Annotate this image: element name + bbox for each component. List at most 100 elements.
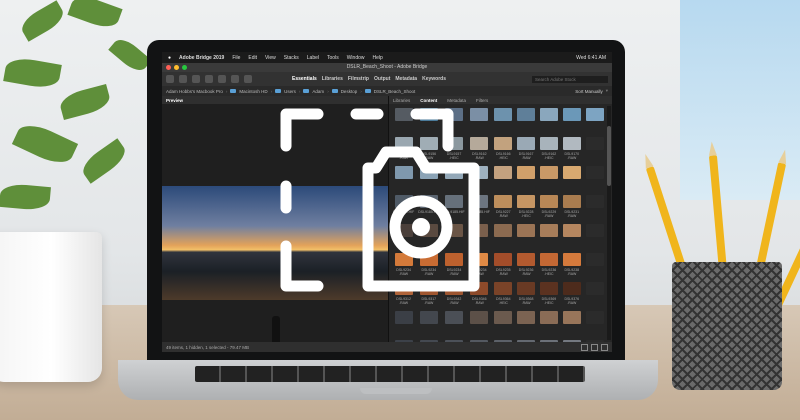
rotate-right-icon[interactable] (244, 75, 252, 83)
thumbnail-item[interactable] (585, 253, 604, 276)
workspace-keywords[interactable]: Keywords (422, 76, 446, 82)
forward-icon[interactable] (179, 75, 187, 83)
refine-icon[interactable] (218, 75, 226, 83)
thumbnail-image[interactable] (585, 311, 604, 324)
thumbnail-image[interactable] (517, 166, 536, 179)
thumbnail-item[interactable] (469, 311, 490, 334)
menu-file[interactable]: File (232, 55, 240, 61)
menu-help[interactable]: Help (373, 55, 383, 61)
menu-edit[interactable]: Edit (248, 55, 257, 61)
scrollbar-thumb[interactable] (607, 126, 611, 186)
thumbnail-item[interactable]: DSL9167 .RAW (517, 137, 536, 160)
thumbnail-item[interactable] (517, 311, 536, 334)
thumbnail-image[interactable] (539, 137, 558, 150)
thumbnail-image[interactable] (517, 137, 536, 150)
recent-icon[interactable] (192, 75, 200, 83)
tab-metadata[interactable]: Metadata (447, 98, 466, 103)
path-item-users[interactable]: Users (284, 89, 296, 94)
path-item-adam[interactable]: Adam (312, 89, 324, 94)
thumbnail-item[interactable] (585, 137, 604, 160)
thumbnail-image[interactable] (585, 224, 604, 237)
rotate-left-icon[interactable] (231, 75, 239, 83)
thumbnail-item[interactable] (585, 195, 604, 218)
thumbnail-item[interactable] (539, 224, 559, 247)
chevron-down-icon[interactable]: ▾ (606, 88, 608, 94)
thumbnail-image[interactable] (585, 195, 604, 208)
thumbnail-image[interactable] (517, 224, 536, 237)
thumbnail-item[interactable] (562, 224, 581, 247)
workspace-filmstrip[interactable]: Filmstrip (348, 76, 369, 82)
path-item-current-folder[interactable]: DSLR_Beach_Shoot (374, 89, 416, 94)
thumbnail-image[interactable] (585, 108, 604, 121)
view-grid-icon[interactable] (581, 343, 588, 351)
thumbnail-item[interactable] (443, 311, 464, 334)
thumbnail-image[interactable] (585, 137, 604, 150)
thumbnail-item[interactable] (517, 224, 536, 247)
thumbnail-image[interactable] (585, 253, 604, 266)
thumbnail-image[interactable] (517, 195, 536, 208)
thumbnail-item[interactable] (539, 311, 559, 334)
view-details-icon[interactable] (601, 343, 608, 351)
workspace-output[interactable]: Output (374, 76, 390, 82)
menu-view[interactable]: View (265, 55, 276, 61)
tab-preview[interactable]: Preview (166, 98, 183, 103)
thumbnail-image[interactable] (394, 311, 413, 324)
thumbnail-item[interactable]: DSL9236 .RAW (517, 253, 536, 276)
stock-search-input[interactable] (532, 75, 608, 83)
close-window-button[interactable] (166, 65, 171, 70)
thumbnail-image[interactable] (539, 166, 558, 179)
thumbnail-image[interactable] (562, 137, 581, 150)
apple-icon[interactable]: ● (168, 55, 171, 61)
thumbnail-image[interactable] (517, 108, 536, 121)
thumbnail-item[interactable] (539, 108, 559, 131)
thumbnail-item[interactable]: DSL9368 .RAW (517, 282, 536, 305)
thumbnail-image[interactable] (562, 282, 581, 295)
menu-window[interactable]: Window (347, 55, 365, 61)
thumbnail-item[interactable]: DSL9376 .RAW (562, 282, 581, 305)
thumbnail-item[interactable]: DSL9238 .RAW (562, 253, 581, 276)
thumbnail-item[interactable]: DSL9228 .HEIC (517, 195, 536, 218)
thumbnail-image[interactable] (562, 195, 581, 208)
thumbnail-image[interactable] (539, 253, 558, 266)
path-item-macintosh-hd[interactable]: Macintosh HD (239, 89, 267, 94)
menu-tools[interactable]: Tools (327, 55, 339, 61)
thumbnail-image[interactable] (539, 108, 558, 121)
thumbnail-image[interactable] (562, 224, 581, 237)
thumbnail-item[interactable] (585, 224, 604, 247)
menu-stacks[interactable]: Stacks (284, 55, 299, 61)
thumbnail-item[interactable] (585, 282, 604, 305)
content-scrollbar[interactable] (607, 106, 611, 340)
minimize-window-button[interactable] (174, 65, 179, 70)
thumbnail-image[interactable] (445, 311, 464, 324)
thumbnail-item[interactable] (562, 166, 581, 189)
thumbnail-image[interactable] (494, 311, 513, 324)
thumbnail-item[interactable] (539, 166, 559, 189)
thumbnail-item[interactable]: DSL9162 .HEIC (539, 137, 559, 160)
thumbnail-item[interactable] (585, 166, 604, 189)
thumbnail-image[interactable] (562, 166, 581, 179)
thumbnail-item[interactable] (418, 311, 439, 334)
menu-label[interactable]: Label (307, 55, 319, 61)
thumbnail-image[interactable] (419, 311, 438, 324)
menubar-clock[interactable]: Wed 6:41 AM (576, 55, 606, 61)
thumbnail-image[interactable] (470, 311, 489, 324)
thumbnail-image[interactable] (517, 282, 536, 295)
tab-libraries[interactable]: Libraries (393, 98, 410, 103)
view-list-icon[interactable] (591, 343, 598, 351)
thumbnail-item[interactable] (562, 108, 581, 131)
thumbnail-item[interactable] (494, 311, 513, 334)
thumbnail-image[interactable] (562, 108, 581, 121)
thumbnail-item[interactable] (585, 108, 604, 131)
thumbnail-image[interactable] (517, 311, 536, 324)
thumbnail-image[interactable] (539, 282, 558, 295)
thumbnail-image[interactable] (517, 253, 536, 266)
thumbnail-image[interactable] (585, 166, 604, 179)
zoom-window-button[interactable] (182, 65, 187, 70)
thumbnail-item[interactable] (585, 311, 604, 334)
menu-app-name[interactable]: Adobe Bridge 2019 (179, 55, 224, 61)
path-item-desktop[interactable]: Desktop (341, 89, 358, 94)
thumbnail-item[interactable] (517, 108, 536, 131)
thumbnail-item[interactable]: DSL9231 .RAW (562, 195, 581, 218)
thumbnail-image[interactable] (585, 282, 604, 295)
thumbnail-item[interactable] (517, 166, 536, 189)
